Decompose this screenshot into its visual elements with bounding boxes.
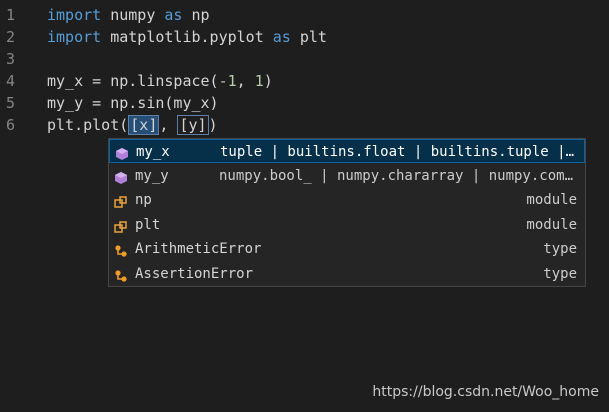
snippet-placeholder[interactable]: [y] bbox=[177, 115, 209, 135]
suggest-label: np bbox=[135, 192, 152, 208]
suggest-detail: numpy.bool_ | numpy.chararray | numpy.co… bbox=[219, 167, 574, 184]
code-token: -1 bbox=[218, 72, 237, 90]
code-token: as bbox=[164, 6, 183, 24]
variable-icon bbox=[115, 145, 129, 160]
code-token: plt.plot( bbox=[47, 116, 129, 134]
watermark-text: https://blog.csdn.net/Woo_home bbox=[372, 384, 599, 400]
suggest-label: AssertionError bbox=[135, 265, 254, 282]
code-text: import numpy as np bbox=[47, 4, 210, 26]
line-number: 1 bbox=[6, 6, 16, 24]
suggest-label: my_x bbox=[136, 144, 170, 160]
code-token: , bbox=[159, 116, 178, 134]
code-token: matplotlib.pyplot bbox=[101, 28, 273, 46]
code-token: 1 bbox=[254, 72, 264, 90]
code-token: numpy bbox=[101, 6, 165, 24]
code-token: ) bbox=[263, 72, 273, 90]
snippet-placeholder[interactable]: [x] bbox=[128, 115, 160, 135]
code-token: ) bbox=[208, 116, 218, 134]
line-number: 6 bbox=[6, 116, 16, 134]
code-editor[interactable]: 1 import numpy as np 2 import matplotlib.py… bbox=[0, 0, 609, 412]
class-icon bbox=[114, 242, 128, 257]
suggest-item-my_x[interactable]: my_x tuple | builtins.float | builtins.tu… bbox=[109, 139, 585, 163]
suggest-kind: module bbox=[526, 192, 577, 208]
code-token: , bbox=[236, 72, 255, 90]
class-icon bbox=[114, 267, 128, 282]
suggest-item-arithmeticerror[interactable]: ArithmeticError type bbox=[109, 237, 585, 261]
code-token: plt bbox=[290, 28, 327, 46]
suggest-kind: type bbox=[543, 265, 577, 282]
line-number: 4 bbox=[6, 72, 16, 90]
code-token: as bbox=[272, 28, 291, 46]
suggest-label: ArithmeticError bbox=[135, 241, 262, 257]
code-token: import bbox=[47, 6, 102, 24]
suggest-detail: tuple | builtins.float | builtins.tuple … bbox=[220, 144, 575, 160]
code-token: import bbox=[47, 28, 102, 46]
code-text: my_y = np.sin(my_x) bbox=[47, 92, 219, 114]
line-number: 2 bbox=[6, 28, 16, 46]
line-number: 5 bbox=[6, 94, 16, 112]
suggest-kind: module bbox=[526, 216, 577, 233]
code-text: import matplotlib.pyplot as plt bbox=[47, 26, 327, 48]
suggest-item-np[interactable]: np module bbox=[109, 188, 585, 212]
suggest-item-my_y[interactable]: my_y numpy.bool_ | numpy.chararray | nump… bbox=[109, 164, 585, 188]
autocomplete-suggest-widget[interactable]: my_x tuple | builtins.float | builtins.tu… bbox=[108, 138, 586, 287]
suggest-label: plt bbox=[135, 216, 161, 233]
code-token: my_y = np.sin(my_x) bbox=[47, 94, 219, 112]
module-icon bbox=[114, 218, 128, 233]
line-number: 3 bbox=[6, 50, 16, 68]
code-token: my_x = np.linspace( bbox=[47, 72, 219, 90]
code-text: my_x = np.linspace(-1, 1) bbox=[47, 70, 273, 92]
code-text: plt.plot([x], [y]) bbox=[47, 114, 218, 136]
suggest-item-assertionerror[interactable]: AssertionError type bbox=[109, 262, 585, 286]
suggest-item-plt[interactable]: plt module bbox=[109, 213, 585, 237]
module-icon bbox=[114, 193, 128, 208]
variable-icon bbox=[114, 169, 128, 184]
suggest-kind: type bbox=[543, 241, 577, 257]
suggest-label: my_y bbox=[135, 167, 169, 184]
code-token: np bbox=[182, 6, 210, 24]
